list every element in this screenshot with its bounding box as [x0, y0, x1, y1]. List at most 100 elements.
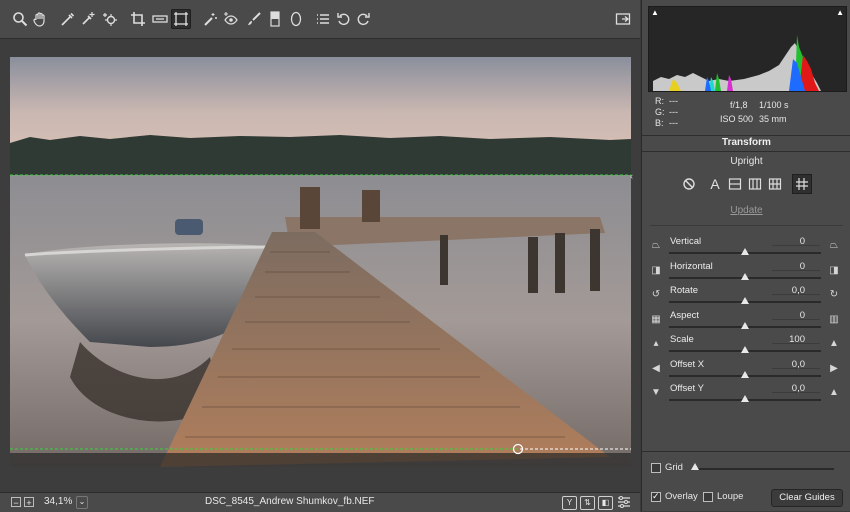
slider-value[interactable]: 0,0 — [772, 359, 820, 370]
red-eye-tool-button[interactable] — [221, 9, 241, 29]
magnifier-icon — [13, 12, 28, 27]
color-sampler-tool-button[interactable] — [78, 9, 98, 29]
status-bar: − + 34,1% ⌄ DSC_8545_Andrew Shumkov_fb.N… — [0, 492, 640, 512]
vertical-perspective-icon[interactable]: ⏢ — [650, 240, 662, 252]
upright-auto-button[interactable]: A — [705, 174, 725, 194]
b-value: --- — [669, 118, 678, 128]
slider-label: Offset X — [670, 358, 705, 370]
g-value: --- — [669, 107, 678, 117]
toolbar — [0, 0, 640, 39]
transform-tool-button[interactable] — [171, 9, 191, 29]
shutter-speed: 1/100 s — [759, 100, 789, 110]
slider-scale: ▴ Scale 100 ▲ — [642, 334, 850, 358]
slider-value[interactable]: 0 — [772, 236, 820, 247]
vertical-perspective-icon[interactable]: ⏢ — [828, 240, 840, 252]
crop-tool-button[interactable] — [128, 9, 148, 29]
eyedropper-plus-icon — [82, 12, 95, 25]
overlay-checkbox[interactable] — [651, 491, 661, 502]
vertical-icon — [748, 178, 762, 190]
compare-mode-button[interactable]: Y — [562, 496, 577, 510]
upright-guided-button[interactable] — [792, 174, 812, 194]
off-icon — [683, 178, 695, 190]
toggle-icon: ◧ — [601, 498, 610, 507]
upright-full-button[interactable] — [765, 174, 785, 194]
aspect-tall-icon[interactable]: ▥ — [828, 314, 840, 326]
image-canvas[interactable]: ‹ — [0, 39, 640, 492]
upright-vertical-button[interactable] — [745, 174, 765, 194]
red-eye-icon — [224, 12, 238, 25]
slider-thumb[interactable] — [741, 248, 749, 255]
zoom-dropdown-button[interactable]: ⌄ — [76, 496, 88, 509]
preferences-tool-button[interactable] — [313, 9, 333, 29]
aspect-wide-icon[interactable]: ▦ — [650, 314, 662, 326]
rotate-ccw-icon[interactable]: ↺ — [650, 289, 662, 301]
arrow-down-icon[interactable]: ▼ — [650, 387, 662, 399]
settings-sliders-button[interactable] — [617, 495, 631, 509]
arrow-up-icon[interactable]: ▲ — [828, 387, 840, 399]
slider-thumb[interactable] — [741, 297, 749, 304]
zoom-tool-button[interactable] — [10, 9, 30, 29]
fullscreen-toggle-button[interactable] — [613, 9, 633, 29]
list-icon — [317, 14, 329, 24]
grid-size-track[interactable] — [694, 468, 834, 470]
hand-icon — [33, 12, 45, 27]
white-balance-tool-button[interactable] — [58, 9, 78, 29]
highlight-clipping-icon[interactable]: ▲ — [836, 8, 844, 17]
slider-value[interactable]: 100 — [772, 334, 820, 345]
swap-button[interactable]: ⇅ — [580, 496, 595, 510]
grid-size-thumb[interactable] — [691, 463, 699, 470]
slider-value[interactable]: 0 — [772, 261, 820, 272]
zoom-level[interactable]: 34,1% — [44, 496, 72, 507]
brush-spot-icon — [204, 13, 217, 26]
brush-icon — [248, 12, 261, 25]
zoom-out-button[interactable]: − — [11, 497, 21, 508]
hand-tool-button[interactable] — [30, 9, 50, 29]
upright-level-button[interactable] — [725, 174, 745, 194]
rotate-cw-icon[interactable]: ↻ — [828, 289, 840, 301]
grid-label: Grid — [665, 462, 683, 473]
arrow-left-icon[interactable]: ◀ — [650, 363, 662, 375]
slider-aspect: ▦ Aspect 0 ▥ — [642, 310, 850, 334]
horizontal-perspective-icon[interactable]: ◨ — [828, 265, 840, 277]
panel-title: Transform — [642, 135, 850, 152]
scale-small-icon[interactable]: ▴ — [650, 338, 662, 350]
histogram-graph — [653, 35, 821, 91]
graduated-filter-icon — [270, 11, 280, 27]
upright-label: Upright — [730, 156, 763, 167]
slider-thumb[interactable] — [741, 321, 749, 329]
slider-value[interactable]: 0 — [772, 310, 820, 321]
spot-removal-tool-button[interactable] — [200, 9, 220, 29]
rotate-ccw-icon — [337, 13, 350, 26]
full-icon — [768, 178, 782, 190]
update-link[interactable]: Update — [642, 205, 850, 216]
zoom-in-button[interactable]: + — [24, 497, 34, 508]
grid-checkbox[interactable] — [651, 463, 661, 473]
slider-value[interactable]: 0,0 — [772, 285, 820, 296]
target-icon — [103, 13, 117, 26]
graduated-filter-tool-button[interactable] — [265, 9, 285, 29]
upright-off-button[interactable] — [679, 174, 699, 194]
radial-filter-tool-button[interactable] — [286, 9, 306, 29]
r-value: --- — [669, 96, 678, 106]
clear-guides-button[interactable]: Clear Guides — [771, 489, 843, 507]
transform-icon — [174, 12, 188, 26]
rotate-right-tool-button[interactable] — [353, 9, 373, 29]
loupe-checkbox[interactable] — [703, 492, 713, 502]
shadow-clipping-icon[interactable]: ▲ — [651, 8, 659, 17]
adjustment-brush-tool-button[interactable] — [244, 9, 264, 29]
slider-value[interactable]: 0,0 — [772, 383, 820, 394]
scale-large-icon[interactable]: ▲ — [828, 338, 840, 350]
slider-thumb[interactable] — [741, 272, 749, 280]
horizontal-perspective-icon[interactable]: ◨ — [650, 265, 662, 277]
rotate-left-tool-button[interactable] — [334, 9, 354, 29]
slider-thumb[interactable] — [741, 395, 749, 402]
slider-thumb[interactable] — [741, 370, 749, 378]
straighten-tool-button[interactable] — [150, 9, 170, 29]
toggle-before-after-button[interactable]: ◧ — [598, 496, 613, 510]
focal-length: 35 mm — [759, 114, 787, 124]
overlay-label: Overlay — [665, 491, 698, 502]
slider-thumb[interactable] — [741, 346, 749, 353]
edge-marker-icon: ‹ — [630, 171, 633, 181]
targeted-adjustment-tool-button[interactable] — [100, 9, 120, 29]
arrow-right-icon[interactable]: ▶ — [828, 363, 840, 375]
